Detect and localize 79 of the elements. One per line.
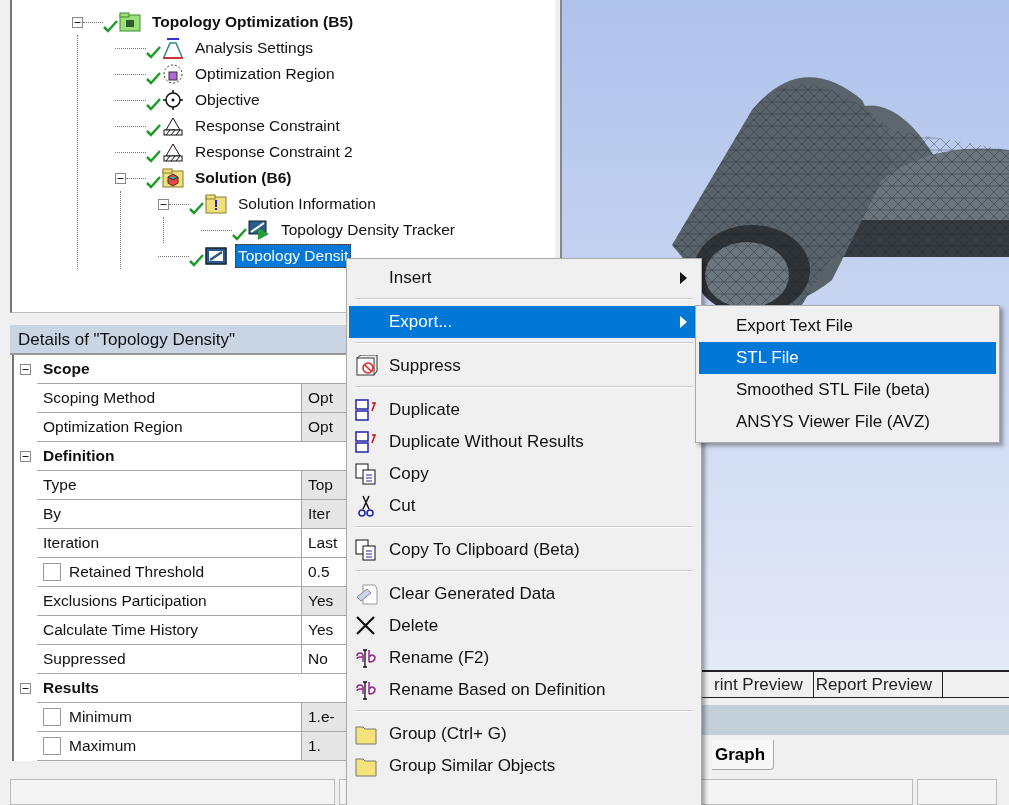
check-icon [232,227,247,241]
property-label: By [37,500,302,529]
cube-icon [162,63,184,85]
property-label: Retained Threshold [69,562,204,583]
property-label: Suppressed [37,645,302,674]
check-icon [189,253,204,267]
tree-item[interactable]: Topology Optimization (B5) [149,10,357,34]
collapse-icon[interactable] [20,683,31,694]
tree-item[interactable]: Topology Densit [235,244,352,268]
property-label: Scoping Method [37,384,302,413]
tab[interactable]: rint Preview [712,672,814,697]
cube-icon [355,355,378,377]
tree-item[interactable]: Analysis Settings [192,36,317,60]
folder-icon [162,167,184,189]
copy-icon [355,539,378,561]
tree-item[interactable]: Solution Information [235,192,379,216]
property-label: Minimum [69,707,132,728]
check-icon [103,19,118,33]
checkbox[interactable] [43,737,61,755]
duplicate-icon [355,431,378,453]
delete-icon [355,615,378,637]
check-icon [146,97,161,111]
menu-item[interactable]: Cut [349,490,699,522]
menu-item[interactable]: Delete [349,610,699,642]
folder-icon [355,723,378,745]
property-label: Exclusions Participation [37,587,302,616]
chart-play-icon [248,219,270,241]
tree-item[interactable]: Objective [192,88,263,112]
menu-item[interactable]: Group Similar Objects [349,750,699,782]
menu-item[interactable]: Group (Ctrl+ G) [349,718,699,750]
rename-icon [355,647,378,669]
property-label: Iteration [37,529,302,558]
submenu-arrow-icon [680,272,687,284]
collapse-icon[interactable] [72,16,83,28]
folder-icon [355,755,378,777]
triangle-icon [162,115,184,137]
eraser-icon [355,583,378,605]
menu-item[interactable]: Rename (F2) [349,642,699,674]
duplicate-icon [355,399,378,421]
tab[interactable]: Report Preview [813,672,944,697]
tree-item[interactable]: Response Constraint 2 [192,140,356,164]
collapse-icon[interactable] [115,172,126,184]
menu-item[interactable]: Duplicate [349,394,699,426]
rename-icon [355,679,378,701]
menu-item[interactable]: Insert [349,262,699,294]
property-label: Type [37,471,302,500]
check-icon [146,71,161,85]
triangle-icon [162,141,184,163]
menu-item[interactable]: Clear Generated Data [349,578,699,610]
property-label: Optimization Region [37,413,302,442]
menu-item[interactable]: Export Text File [699,310,996,342]
menu-item[interactable]: Smoothed STL File (beta) [699,374,996,406]
copy-icon [355,463,378,485]
folder-icon [205,193,227,215]
property-label: Maximum [69,736,137,757]
property-label: Calculate Time History [37,616,302,645]
collapse-icon[interactable] [158,198,169,210]
tree-item[interactable]: Optimization Region [192,62,338,86]
check-icon [146,45,161,59]
curve-icon [162,37,184,59]
menu-item[interactable]: ANSYS Viewer File (AVZ) [699,406,996,438]
check-icon [189,201,204,215]
collapse-icon[interactable] [20,364,31,375]
check-icon [146,175,161,189]
collapse-icon[interactable] [20,451,31,462]
target-icon [162,89,184,111]
menu-item[interactable]: Copy To Clipboard (Beta) [349,534,699,566]
tree-item[interactable]: Topology Density Tracker [278,218,459,242]
submenu-arrow-icon [680,316,687,328]
folder-icon [119,11,141,33]
check-icon [146,149,161,163]
check-icon [146,123,161,137]
tree-item[interactable]: Solution (B6) [192,166,295,190]
tab[interactable]: Graph [712,740,775,770]
checkbox[interactable] [43,563,61,581]
checkbox[interactable] [43,708,61,726]
chart-icon [205,245,227,267]
tree-item[interactable]: Response Constraint [192,114,343,138]
menu-item[interactable]: STL File [699,342,996,374]
